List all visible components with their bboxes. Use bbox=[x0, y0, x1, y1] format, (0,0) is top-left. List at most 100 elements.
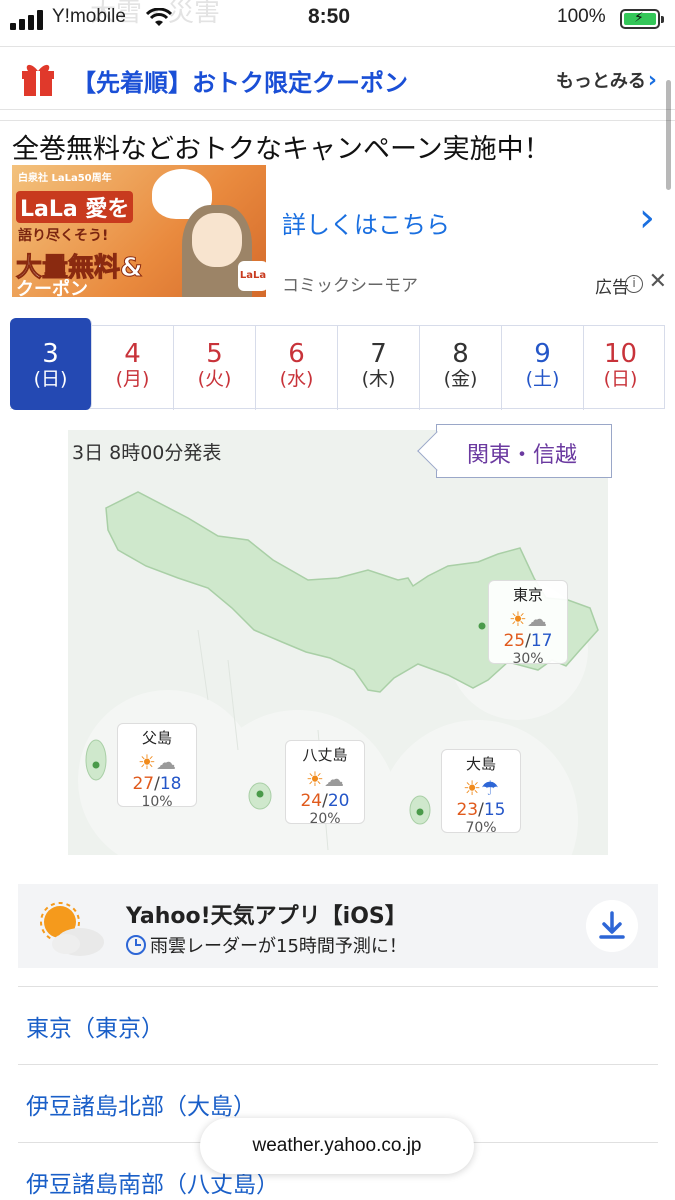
forecast-point[interactable]: 八丈島 ☀☁ 24/20 20% bbox=[285, 740, 365, 827]
date-tab-10[interactable]: 10 (日) bbox=[584, 326, 657, 410]
banner-publisher-text: 白泉社 LaLa50周年 bbox=[18, 173, 112, 184]
app-subtitle: 雨雲レーダーが15時間予測に！ bbox=[150, 936, 407, 957]
forecast-point-name: 父島 bbox=[141, 729, 172, 747]
forecast-temps: 25/17 bbox=[489, 631, 567, 651]
banner-coupon-text: クーポン bbox=[16, 279, 88, 297]
precip-probability: 30% bbox=[512, 651, 544, 667]
scrollbar[interactable] bbox=[666, 80, 671, 190]
high-temp: 25 bbox=[503, 631, 526, 651]
sun-icon: ☀ bbox=[509, 607, 527, 631]
cloud-icon: ☁ bbox=[526, 607, 547, 631]
date-tab-day: 3 bbox=[42, 339, 59, 369]
date-tab-7[interactable]: 7 (木) bbox=[338, 326, 420, 410]
more-label: もっとみる bbox=[555, 71, 646, 92]
precip-probability: 10% bbox=[141, 794, 173, 810]
gift-icon bbox=[22, 64, 54, 96]
date-tab-day: 9 bbox=[534, 339, 551, 369]
banner-lala-text: LaLa 愛を bbox=[16, 191, 134, 223]
forecast-temps: 27/18 bbox=[118, 774, 196, 794]
ad-label: 広告 bbox=[595, 278, 629, 298]
forecast-point[interactable]: 大島 ☀☂ 23/15 70% bbox=[441, 749, 521, 836]
banner-logo: LaLa 50 bbox=[238, 261, 266, 291]
region-label: 関東・信越 bbox=[467, 443, 578, 468]
forecast-temps: 24/20 bbox=[286, 791, 364, 811]
low-temp: 17 bbox=[530, 631, 553, 651]
area-link[interactable]: 東京（東京） bbox=[18, 986, 658, 1064]
weather-icons: ☀☂ bbox=[442, 776, 520, 800]
ad-banner-image[interactable]: 白泉社 LaLa50周年 LaLa 愛を 語り尽くそう! 大量無料& クーポン … bbox=[12, 165, 266, 297]
app-title: Yahoo!天気アプリ【iOS】 bbox=[126, 904, 407, 929]
banner-tagline: 語り尽くそう! bbox=[18, 228, 109, 244]
signal-icon bbox=[10, 10, 43, 30]
high-temp: 27 bbox=[132, 774, 155, 794]
date-tab-6[interactable]: 6 (水) bbox=[256, 326, 338, 410]
more-link[interactable]: もっとみる› bbox=[556, 67, 657, 93]
forecast-point-name: 東京 bbox=[512, 586, 543, 604]
date-tabs: 3 (日) 4 (月) 5 (火) 6 (水) 7 (木) 8 (金) 9 (土) 10 (日) bbox=[10, 318, 665, 410]
forecast-point-name: 大島 bbox=[465, 755, 496, 773]
cloud-icon: ☁ bbox=[323, 767, 344, 791]
date-tab-4[interactable]: 4 (月) bbox=[92, 326, 174, 410]
date-tab-8[interactable]: 8 (金) bbox=[420, 326, 502, 410]
region-selector[interactable]: 関東・信越 bbox=[417, 424, 612, 478]
cloud-icon: ☁ bbox=[155, 750, 176, 774]
precip-probability: 70% bbox=[465, 820, 497, 836]
app-subtitle-row: 雨雲レーダーが15時間予測に！ bbox=[126, 932, 407, 958]
sun-icon: ☀ bbox=[463, 776, 481, 800]
banner-character-face bbox=[192, 213, 242, 267]
info-icon[interactable]: i bbox=[625, 275, 643, 293]
date-tab-5[interactable]: 5 (火) bbox=[174, 326, 256, 410]
high-temp: 23 bbox=[456, 800, 479, 820]
close-icon[interactable]: ✕ bbox=[649, 269, 667, 294]
date-tab-weekday: (木) bbox=[361, 368, 396, 390]
date-tab-day: 5 bbox=[206, 339, 223, 369]
sun-icon: ☀ bbox=[306, 767, 324, 791]
status-bar: 大雪・災害 Y!mobile 8:50 100% ⚡ bbox=[0, 0, 675, 40]
high-temp: 24 bbox=[300, 791, 323, 811]
chevron-right-icon[interactable]: › bbox=[639, 195, 655, 241]
low-temp: 18 bbox=[159, 774, 182, 794]
date-tab-day: 10 bbox=[603, 339, 638, 369]
low-temp: 20 bbox=[327, 791, 350, 811]
url-bar[interactable]: weather.yahoo.co.jp bbox=[200, 1118, 474, 1174]
date-tab-day: 7 bbox=[370, 339, 387, 369]
ad-headline[interactable]: 全巻無料などおトクなキャンペーン実施中！ bbox=[12, 127, 551, 166]
clock-icon bbox=[126, 935, 146, 955]
date-tab-day: 4 bbox=[124, 339, 141, 369]
forecast-point-name: 八丈島 bbox=[302, 746, 348, 764]
ad-unit[interactable]: 全巻無料などおトクなキャンペーン実施中！ 白泉社 LaLa50周年 LaLa 愛… bbox=[0, 120, 675, 300]
forecast-temps: 23/15 bbox=[442, 800, 520, 820]
date-tab-weekday: (水) bbox=[279, 368, 314, 390]
date-tab-weekday: (火) bbox=[197, 368, 232, 390]
wifi-icon bbox=[146, 8, 172, 26]
forecast-point[interactable]: 東京 ☀☁ 25/17 30% bbox=[488, 580, 568, 667]
umbrella-icon: ☂ bbox=[481, 776, 499, 800]
carrier-label: Y!mobile bbox=[52, 6, 126, 27]
chevron-right-icon: › bbox=[647, 68, 657, 93]
precip-probability: 20% bbox=[309, 811, 341, 827]
date-tab-day: 8 bbox=[452, 339, 469, 369]
app-promo-banner[interactable]: Yahoo!天気アプリ【iOS】 雨雲レーダーが15時間予測に！ bbox=[18, 884, 658, 968]
date-tab-weekday: (日) bbox=[33, 368, 68, 390]
ad-advertiser: コミックシーモア bbox=[282, 276, 418, 296]
date-tab-day: 6 bbox=[288, 339, 305, 369]
sun-icon: ☀ bbox=[138, 750, 156, 774]
download-icon[interactable] bbox=[586, 900, 638, 952]
ad-details-link[interactable]: 詳しくはこちら bbox=[282, 205, 450, 240]
battery-icon: ⚡ bbox=[620, 9, 664, 29]
coupon-bar[interactable]: 【先着順】おトク限定クーポン もっとみる› bbox=[0, 46, 675, 110]
date-tab-9[interactable]: 9 (土) bbox=[502, 326, 584, 410]
weather-app-icon bbox=[40, 902, 104, 956]
date-tab-weekday: (月) bbox=[115, 368, 150, 390]
weather-icons: ☀☁ bbox=[286, 767, 364, 791]
weather-icons: ☀☁ bbox=[118, 750, 196, 774]
forecast-point[interactable]: 父島 ☀☁ 27/18 10% bbox=[117, 723, 197, 810]
issued-time: 3日 8時00分発表 bbox=[72, 442, 222, 464]
low-temp: 15 bbox=[483, 800, 506, 820]
date-tab-weekday: (金) bbox=[443, 368, 478, 390]
battery-percentage: 100% bbox=[557, 6, 606, 27]
weather-icons: ☀☁ bbox=[489, 607, 567, 631]
date-tab-weekday: (日) bbox=[603, 368, 638, 390]
date-tab-3[interactable]: 3 (日) bbox=[10, 318, 92, 410]
coupon-link[interactable]: 【先着順】おトク限定クーポン bbox=[72, 63, 408, 98]
